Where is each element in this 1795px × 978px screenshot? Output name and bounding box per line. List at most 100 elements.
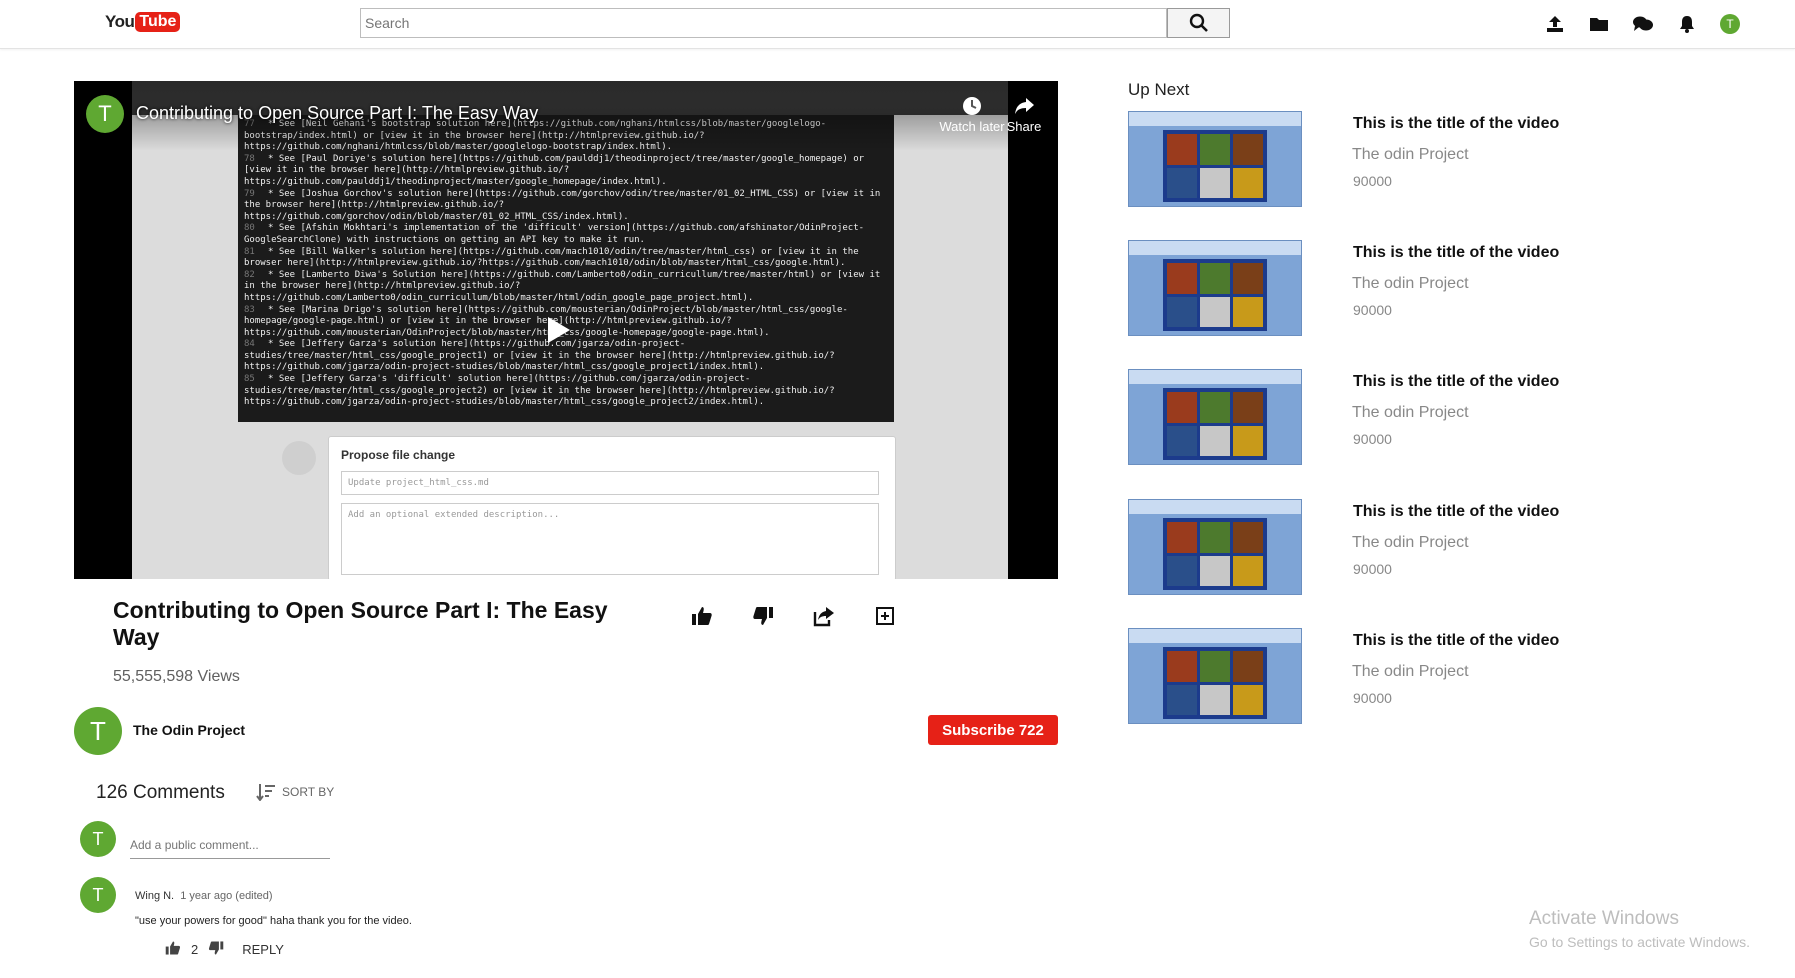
comment-user-avatar: T xyxy=(80,821,116,857)
code-line: 82 * See [Lamberto Diwa's Solution here](… xyxy=(244,270,888,305)
channel-avatar[interactable]: T xyxy=(74,707,122,755)
bell-icon[interactable] xyxy=(1676,13,1698,35)
up-next-item[interactable]: This is the title of the video The odin P… xyxy=(1128,628,1688,728)
like-button[interactable] xyxy=(690,604,714,628)
player-overlay-title[interactable]: Contributing to Open Source Part I: The … xyxy=(136,103,538,124)
up-next-item[interactable]: This is the title of the video The odin P… xyxy=(1128,111,1688,211)
comment-time[interactable]: 1 year ago (edited) xyxy=(180,890,272,902)
subscribe-button[interactable]: Subscribe 722 xyxy=(928,715,1058,745)
channel-name[interactable]: The Odin Project xyxy=(133,722,245,738)
share-arrow-icon xyxy=(984,95,1058,119)
video-thumbnail[interactable] xyxy=(1128,369,1302,465)
thumbnail-tile xyxy=(1200,522,1230,553)
up-next-views: 90000 xyxy=(1353,302,1392,318)
sort-by-label: SORT BY xyxy=(282,785,335,799)
folder-icon[interactable] xyxy=(1588,13,1610,35)
video-player[interactable]: 77* See [Neil Gehani's bootstrap solutio… xyxy=(74,81,1058,579)
logo-you-text: You xyxy=(105,12,135,31)
code-line-text: * See [Lamberto Diwa's Solution here](ht… xyxy=(244,269,881,303)
reply-button[interactable]: REPLY xyxy=(242,942,284,957)
add-box-icon xyxy=(876,607,894,625)
up-next-channel[interactable]: The odin Project xyxy=(1352,275,1469,293)
share-overlay-label: Share xyxy=(1006,119,1042,134)
up-next-channel[interactable]: The odin Project xyxy=(1352,404,1469,422)
comments-count: 126 Comments xyxy=(96,782,225,803)
up-next-channel[interactable]: The odin Project xyxy=(1352,146,1469,164)
thumbnail-band xyxy=(1129,500,1301,514)
player-channel-avatar[interactable]: T xyxy=(86,95,124,133)
code-line: 85 * See [Jeffery Garza's 'difficult' sol… xyxy=(244,374,888,409)
dislike-button[interactable] xyxy=(751,604,775,628)
code-line-number: 78 xyxy=(244,153,255,164)
share-overlay-button[interactable]: Share xyxy=(984,95,1058,134)
video-thumbnail[interactable] xyxy=(1128,628,1302,724)
play-icon[interactable] xyxy=(548,317,570,343)
avatar[interactable]: T xyxy=(1720,14,1740,34)
code-line-number: 84 xyxy=(244,339,255,350)
up-next-views: 90000 xyxy=(1353,690,1392,706)
code-line-text: * See [Marina Drigo's solution here](htt… xyxy=(244,304,848,338)
code-line: 80 * See [Afshin Mokhtari's implementatio… xyxy=(244,223,888,246)
code-line-number: 79 xyxy=(244,188,255,199)
commenter-avatar[interactable]: T xyxy=(80,877,116,913)
video-thumbnail[interactable] xyxy=(1128,111,1302,207)
comment-like-button[interactable] xyxy=(165,940,181,959)
thumbnail-tile xyxy=(1200,296,1230,327)
header-actions: T xyxy=(1544,13,1740,35)
sort-icon xyxy=(256,784,275,801)
video-thumbnail[interactable] xyxy=(1128,499,1302,595)
up-next-title[interactable]: This is the title of the video xyxy=(1353,115,1559,133)
code-line-text: * See [Joshua Gorchov's solution here](h… xyxy=(244,188,881,222)
thumbnail-tile xyxy=(1233,651,1263,682)
thumbnail-frame xyxy=(1163,518,1267,590)
thumbnail-tile xyxy=(1233,392,1263,423)
windows-watermark: Activate Windows Go to Settings to activ… xyxy=(1529,908,1750,950)
search-input[interactable] xyxy=(360,8,1167,38)
thumbnail-tile xyxy=(1167,167,1197,198)
up-next-title[interactable]: This is the title of the video xyxy=(1353,503,1559,521)
thumbnail-frame xyxy=(1163,259,1267,331)
code-line-number: 83 xyxy=(244,304,255,315)
up-next-title[interactable]: This is the title of the video xyxy=(1353,632,1559,650)
up-next-views: 90000 xyxy=(1353,431,1392,447)
code-line: 79 * See [Joshua Gorchov's solution here]… xyxy=(244,189,888,224)
up-next-title[interactable]: This is the title of the video xyxy=(1353,373,1559,391)
thumbnail-tile xyxy=(1200,425,1230,456)
share-button[interactable] xyxy=(812,604,836,628)
thumbnail-tile xyxy=(1200,134,1230,165)
logo-tube-text: Tube xyxy=(135,12,181,32)
up-next-item[interactable]: This is the title of the video The odin P… xyxy=(1128,499,1688,599)
thumbnail-tile xyxy=(1167,425,1197,456)
add-comment-input[interactable] xyxy=(130,834,330,859)
code-editor-content: 77* See [Neil Gehani's bootstrap solutio… xyxy=(238,115,894,422)
thumbnail-band xyxy=(1129,241,1301,255)
comment-author[interactable]: Wing N. xyxy=(135,890,174,902)
code-line-text: * See [Jeffery Garza's solution here](ht… xyxy=(244,339,835,373)
comment-actions: 2 REPLY xyxy=(165,940,284,959)
up-next-channel[interactable]: The odin Project xyxy=(1352,663,1469,681)
thumbnail-tile xyxy=(1233,555,1263,586)
watermark-line1: Activate Windows xyxy=(1529,908,1679,929)
up-next-channel[interactable]: The odin Project xyxy=(1352,534,1469,552)
code-line-number: 85 xyxy=(244,374,255,385)
up-next-item[interactable]: This is the title of the video The odin P… xyxy=(1128,240,1688,340)
up-next-title[interactable]: This is the title of the video xyxy=(1353,244,1559,262)
video-frame: 77* See [Neil Gehani's bootstrap solutio… xyxy=(132,81,1008,579)
thumbs-down-icon xyxy=(753,607,773,625)
chat-icon[interactable] xyxy=(1632,13,1654,35)
view-count: 55,555,598 Views xyxy=(113,668,240,685)
add-to-playlist-button[interactable] xyxy=(873,604,897,628)
up-next-item[interactable]: This is the title of the video The odin P… xyxy=(1128,369,1688,469)
thumbnail-tile xyxy=(1233,167,1263,198)
thumbnail-tile xyxy=(1233,134,1263,165)
comment-dislike-button[interactable] xyxy=(208,940,224,959)
video-thumbnail[interactable] xyxy=(1128,240,1302,336)
search-button[interactable] xyxy=(1167,8,1230,38)
youtube-logo[interactable]: You Tube xyxy=(105,12,181,32)
thumbnail-tile xyxy=(1167,651,1197,682)
code-line-number: 82 xyxy=(244,269,255,280)
upload-icon[interactable] xyxy=(1544,13,1566,35)
sort-by-button[interactable]: SORT BY xyxy=(256,783,334,801)
thumbnail-tile xyxy=(1233,296,1263,327)
thumbnail-tile xyxy=(1167,392,1197,423)
